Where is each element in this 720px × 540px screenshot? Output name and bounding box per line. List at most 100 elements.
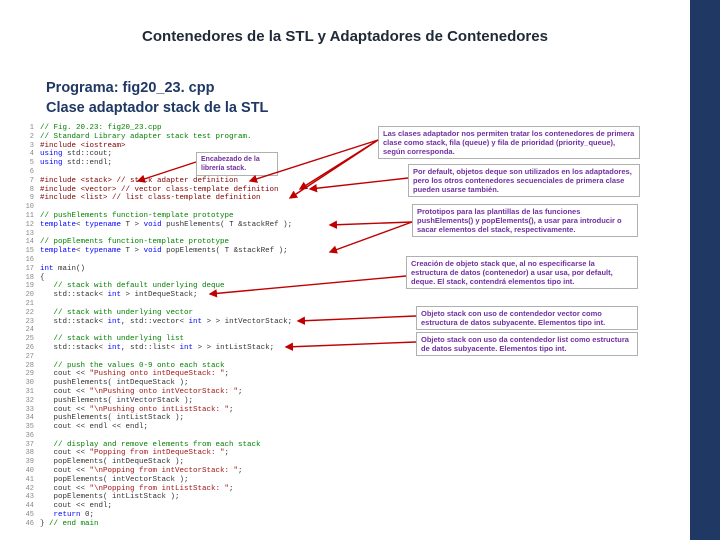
line-number: 36	[22, 432, 40, 441]
code-text: #include <list> // list class-template d…	[40, 194, 367, 203]
line-number: 26	[22, 344, 40, 353]
callout-prototypes: Prototipos para las plantillas de las fu…	[412, 204, 638, 237]
code-line: 43 popElements( intListStack );	[22, 493, 367, 502]
code-text: popElements( intDequeStack );	[40, 458, 367, 467]
code-text: // stack with default underlying deque	[40, 282, 367, 291]
code-line: 29 cout << "Pushing onto intDequeStack: …	[22, 370, 367, 379]
line-number: 1	[22, 124, 40, 133]
code-line: 32 pushElements( intVectorStack );	[22, 397, 367, 406]
code-text: template< typename T > void pushElements…	[40, 221, 367, 230]
line-number: 7	[22, 177, 40, 186]
code-line: 36	[22, 432, 367, 441]
code-text: // pushElements function-template protot…	[40, 212, 367, 221]
line-number: 14	[22, 238, 40, 247]
line-number: 4	[22, 150, 40, 159]
code-text: template< typename T > void popElements(…	[40, 247, 367, 256]
code-line: 24	[22, 326, 367, 335]
callout-adapters: Las clases adaptador nos permiten tratar…	[378, 126, 640, 159]
code-text: // popElements function-template prototy…	[40, 238, 367, 247]
line-number: 15	[22, 247, 40, 256]
code-text: cout << endl << endl;	[40, 423, 367, 432]
callout-list-stack: Objeto stack con uso da contendedor list…	[416, 332, 638, 356]
code-text: pushElements( intVectorStack );	[40, 397, 367, 406]
code-line: 33 cout << "\nPushing onto intListStack:…	[22, 406, 367, 415]
line-number: 28	[22, 362, 40, 371]
line-number: 43	[22, 493, 40, 502]
code-line: 8#include <vector> // vector class-templ…	[22, 186, 367, 195]
code-text: #include <stack> // stack adapter defini…	[40, 177, 367, 186]
line-number: 11	[22, 212, 40, 221]
line-number: 34	[22, 414, 40, 423]
code-text	[40, 353, 367, 362]
code-line: 37 // display and remove elements from e…	[22, 441, 367, 450]
code-line: 46} // end main	[22, 520, 367, 529]
code-text: cout << "Pushing onto intDequeStack: ";	[40, 370, 367, 379]
code-line: 6	[22, 168, 367, 177]
code-text: // Fig. 20.23: fig20_23.cpp	[40, 124, 367, 133]
code-line: 1// Fig. 20.23: fig20_23.cpp	[22, 124, 367, 133]
line-number: 35	[22, 423, 40, 432]
code-text: // stack with underlying vector	[40, 309, 367, 318]
line-number: 20	[22, 291, 40, 300]
program-label: Programa: fig20_23. cpp	[46, 80, 214, 96]
line-number: 40	[22, 467, 40, 476]
line-number: 27	[22, 353, 40, 362]
code-line: 28 // push the values 0-9 onto each stac…	[22, 362, 367, 371]
line-number: 2	[22, 133, 40, 142]
line-number: 44	[22, 502, 40, 511]
code-text: // display and remove elements from each…	[40, 441, 367, 450]
callout-header: Encabezado de la librería stack.	[196, 152, 278, 176]
code-text: {	[40, 274, 367, 283]
code-line: 22 // stack with underlying vector	[22, 309, 367, 318]
code-text: // stack with underlying list	[40, 335, 367, 344]
code-text: } // end main	[40, 520, 367, 529]
code-text: pushElements( intListStack );	[40, 414, 367, 423]
code-text	[40, 256, 367, 265]
line-number: 41	[22, 476, 40, 485]
code-line: 17int main()	[22, 265, 367, 274]
code-line: 35 cout << endl << endl;	[22, 423, 367, 432]
code-line: 13	[22, 230, 367, 239]
code-line: 39 popElements( intDequeStack );	[22, 458, 367, 467]
line-number: 9	[22, 194, 40, 203]
code-text: // push the values 0-9 onto each stack	[40, 362, 367, 371]
line-number: 19	[22, 282, 40, 291]
code-text: cout << "\nPushing onto intVectorStack: …	[40, 388, 367, 397]
code-line: 38 cout << "Popping from intDequeStack: …	[22, 449, 367, 458]
line-number: 42	[22, 485, 40, 494]
code-listing: 1// Fig. 20.23: fig20_23.cpp2// Standard…	[22, 124, 367, 529]
code-text: int main()	[40, 265, 367, 274]
line-number: 21	[22, 300, 40, 309]
code-text: cout << endl;	[40, 502, 367, 511]
code-text: std::stack< int, std::vector< int > > in…	[40, 318, 367, 327]
callout-deque-default: Por default, objetos deque son utilizado…	[408, 164, 640, 197]
line-number: 24	[22, 326, 40, 335]
code-line: 26 std::stack< int, std::list< int > > i…	[22, 344, 367, 353]
callout-default-stack: Creación de objeto stack que, al no espe…	[406, 256, 638, 289]
code-text: cout << "\nPopping from intListStack: ";	[40, 485, 367, 494]
code-text: cout << "\nPopping from intVectorStack: …	[40, 467, 367, 476]
line-number: 32	[22, 397, 40, 406]
code-line: 42 cout << "\nPopping from intListStack:…	[22, 485, 367, 494]
code-line: 27	[22, 353, 367, 362]
line-number: 18	[22, 274, 40, 283]
code-line: 5using std::endl;	[22, 159, 367, 168]
code-line: 40 cout << "\nPopping from intVectorStac…	[22, 467, 367, 476]
code-line: 21	[22, 300, 367, 309]
code-line: 4using std::cout;	[22, 150, 367, 159]
code-line: 2// Standard Library adapter stack test …	[22, 133, 367, 142]
line-number: 22	[22, 309, 40, 318]
code-line: 44 cout << endl;	[22, 502, 367, 511]
code-line: 16	[22, 256, 367, 265]
code-line: 15template< typename T > void popElement…	[22, 247, 367, 256]
line-number: 8	[22, 186, 40, 195]
code-line: 19 // stack with default underlying dequ…	[22, 282, 367, 291]
line-number: 12	[22, 221, 40, 230]
line-number: 6	[22, 168, 40, 177]
line-number: 38	[22, 449, 40, 458]
code-line: 11// pushElements function-template prot…	[22, 212, 367, 221]
code-text: pushElements( intDequeStack );	[40, 379, 367, 388]
code-text: #include <vector> // vector class-templa…	[40, 186, 367, 195]
code-text: popElements( intListStack );	[40, 493, 367, 502]
line-number: 10	[22, 203, 40, 212]
